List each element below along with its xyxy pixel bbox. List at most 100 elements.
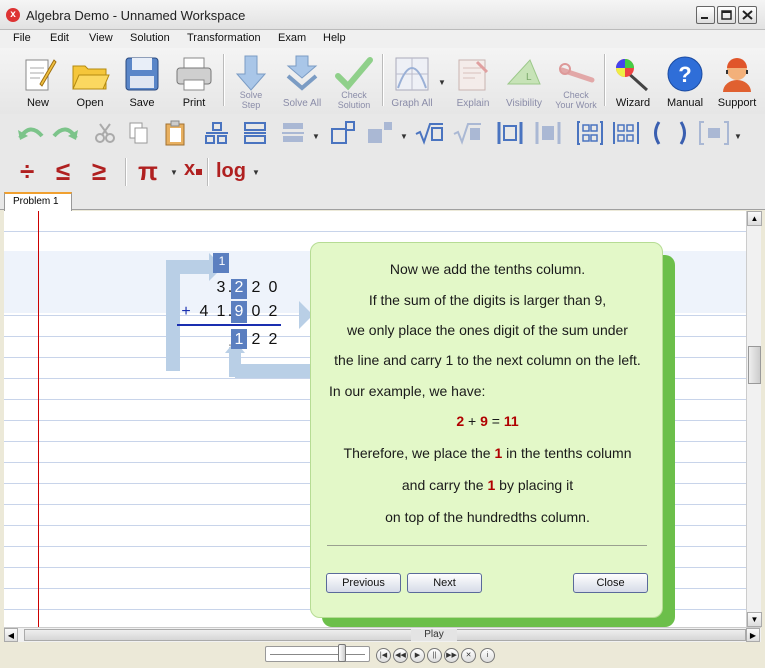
- window-title: Algebra Demo - Unnamed Workspace: [26, 8, 246, 23]
- menu-file[interactable]: File: [13, 32, 31, 44]
- digit: 2: [268, 303, 278, 320]
- template-dropdown-icon[interactable]: ▼: [312, 132, 320, 141]
- pause-icon[interactable]: ||: [427, 648, 442, 663]
- addition-problem: 1 3 . 2 2 0 + 4 1 . 9 0 2 . 1 2 2: [159, 249, 319, 389]
- menu-view[interactable]: View: [89, 32, 113, 44]
- close-window-button[interactable]: [738, 6, 757, 24]
- exponent-template-icon[interactable]: [330, 120, 356, 146]
- menu-exam[interactable]: Exam: [278, 32, 306, 44]
- explanation-line: Therefore, we place the 1 in the tenths …: [343, 445, 632, 461]
- subscript-button[interactable]: x: [184, 158, 203, 181]
- arrow-down-icon: [235, 55, 267, 91]
- subscript-template-icon[interactable]: [366, 120, 394, 146]
- stop-icon[interactable]: ✕: [461, 648, 476, 663]
- fast-forward-icon[interactable]: ▶▶: [444, 648, 459, 663]
- fraction-template-icon[interactable]: [204, 121, 230, 145]
- scroll-down-arrow-icon[interactable]: ▼: [747, 612, 762, 627]
- print-button[interactable]: Print: [170, 50, 218, 112]
- new-document-icon: [25, 59, 57, 91]
- toolbar-separator: [207, 158, 209, 186]
- undo-icon[interactable]: [16, 122, 44, 144]
- explain-button[interactable]: Explain: [450, 50, 496, 112]
- printer-icon: [176, 57, 212, 91]
- division-template-icon[interactable]: [280, 121, 306, 145]
- maximize-button[interactable]: [717, 6, 736, 24]
- solve-step-button[interactable]: Solve Step: [228, 50, 274, 112]
- horizontal-scrollbar[interactable]: ◀ ▶: [4, 627, 761, 642]
- divide-button[interactable]: ÷: [20, 156, 34, 187]
- play-icon[interactable]: ▶: [410, 648, 425, 663]
- check-your-work-button[interactable]: Check Your Work: [552, 50, 600, 112]
- solve-all-button[interactable]: Solve All: [278, 50, 326, 112]
- margin-line: [38, 211, 39, 627]
- tab-problem-1[interactable]: Problem 1: [4, 192, 72, 211]
- paste-icon[interactable]: [164, 120, 186, 146]
- greater-equal-button[interactable]: ≥: [92, 156, 106, 187]
- absolute-value-filled-icon[interactable]: [534, 120, 562, 146]
- scroll-left-arrow-icon[interactable]: ◀: [4, 628, 18, 642]
- save-button[interactable]: Save: [118, 50, 166, 112]
- open-button[interactable]: Open: [66, 50, 114, 112]
- scroll-up-arrow-icon[interactable]: ▲: [747, 211, 762, 226]
- svg-text:L: L: [526, 72, 532, 83]
- wizard-button[interactable]: Wizard: [610, 50, 656, 112]
- horizontal-scroll-thumb[interactable]: [24, 629, 746, 641]
- menu-transformation[interactable]: Transformation: [187, 32, 261, 44]
- vertical-scrollbar[interactable]: ▲ ▼: [746, 211, 762, 627]
- log-button[interactable]: log: [216, 160, 246, 183]
- close-explanation-button[interactable]: Close: [573, 573, 648, 593]
- explanation-panel: Now we add the tenths column. If the sum…: [310, 242, 663, 618]
- help-icon: ?: [667, 56, 703, 92]
- exponent-dropdown-icon[interactable]: ▼: [400, 132, 408, 141]
- app-icon[interactable]: x: [6, 8, 20, 22]
- info-icon[interactable]: i: [480, 648, 495, 663]
- support-button[interactable]: Support: [714, 50, 760, 112]
- less-equal-button[interactable]: ≤: [56, 156, 70, 187]
- minimize-button[interactable]: [696, 6, 715, 24]
- next-button[interactable]: Next: [407, 573, 482, 593]
- new-button[interactable]: New: [14, 50, 62, 112]
- menu-solution[interactable]: Solution: [130, 32, 170, 44]
- playback-slider[interactable]: [265, 646, 370, 662]
- previous-button[interactable]: Previous: [326, 573, 401, 593]
- explanation-line: In our example, we have:: [329, 383, 486, 399]
- check-solution-button[interactable]: Check Solution: [330, 50, 378, 112]
- explanation-line: and carry the 1 by placing it: [401, 477, 574, 493]
- parentheses-icon[interactable]: [650, 120, 690, 146]
- redo-icon[interactable]: [52, 122, 80, 144]
- vertical-scroll-thumb[interactable]: [748, 346, 761, 384]
- minimize-icon: [701, 17, 708, 19]
- menu-help[interactable]: Help: [323, 32, 346, 44]
- pi-button[interactable]: π: [138, 156, 158, 187]
- wrench-icon: [559, 63, 595, 83]
- stacked-fraction-icon[interactable]: [242, 121, 268, 145]
- nth-root-icon[interactable]: [452, 120, 482, 146]
- menu-edit[interactable]: Edit: [50, 32, 69, 44]
- result-digit: 1: [234, 331, 244, 348]
- magic-wand-icon: [616, 59, 649, 92]
- rewind-icon[interactable]: ◀◀: [393, 648, 408, 663]
- cut-icon[interactable]: [94, 122, 116, 144]
- brackets-icon[interactable]: [698, 120, 730, 146]
- manual-button[interactable]: ? Manual: [662, 50, 708, 112]
- constants-dropdown-icon[interactable]: ▼: [170, 168, 178, 177]
- square-root-icon[interactable]: [414, 120, 444, 146]
- graph-all-button[interactable]: Graph All: [387, 50, 437, 112]
- explanation-line: on top of the hundredths column.: [385, 509, 590, 525]
- functions-dropdown-icon[interactable]: ▼: [252, 168, 260, 177]
- determinant-template-icon[interactable]: [612, 120, 640, 146]
- skip-start-icon[interactable]: |◀: [376, 648, 391, 663]
- result-digit: 2: [251, 331, 261, 348]
- matrix-template-icon[interactable]: [576, 120, 604, 146]
- digit: 2: [234, 279, 244, 296]
- scroll-right-arrow-icon[interactable]: ▶: [746, 628, 760, 642]
- graph-dropdown-icon[interactable]: ▼: [438, 78, 446, 87]
- absolute-value-icon[interactable]: [496, 120, 524, 146]
- title-bar: x Algebra Demo - Unnamed Workspace: [0, 0, 765, 30]
- visibility-button[interactable]: L Visibility: [500, 50, 548, 112]
- copy-icon[interactable]: [128, 121, 150, 145]
- playback-slider-knob[interactable]: [338, 644, 346, 662]
- main-toolbar: New Open Save Print Solve Step Solve All…: [0, 48, 765, 114]
- brackets-dropdown-icon[interactable]: ▼: [734, 132, 742, 141]
- double-arrow-down-icon: [286, 55, 318, 91]
